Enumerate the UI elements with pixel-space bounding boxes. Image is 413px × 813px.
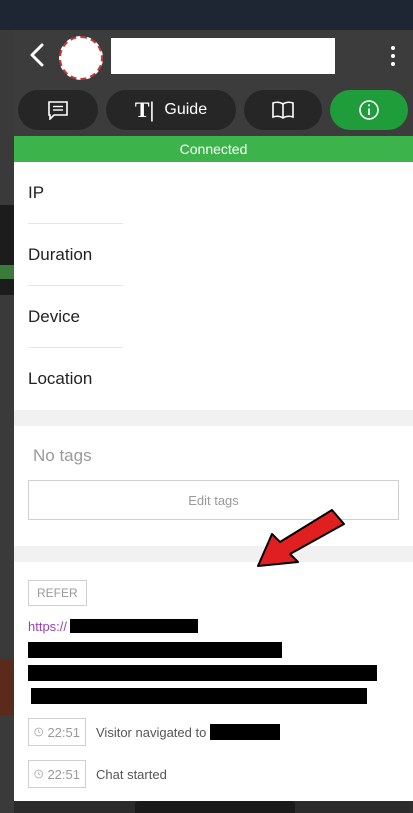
clock-icon xyxy=(34,727,44,737)
back-button[interactable] xyxy=(24,40,50,70)
chat-icon xyxy=(48,101,68,120)
connection-status-label: Connected xyxy=(179,141,248,157)
visitor-details-list: IP Duration Device Location xyxy=(14,162,413,410)
detail-label: Location xyxy=(28,369,93,388)
background-strip xyxy=(0,205,14,295)
redacted-block xyxy=(31,688,367,704)
guide-tab-button[interactable]: T| Guide xyxy=(106,90,236,130)
event-text: Chat started xyxy=(96,766,167,782)
event-time-label: 22:51 xyxy=(47,766,80,782)
history-event: 22:51 Visitor navigated to xyxy=(28,718,399,746)
background-strip xyxy=(0,660,14,715)
guide-label: Guide xyxy=(164,101,208,118)
panel-toolbar: T| Guide xyxy=(14,84,413,136)
detail-value-duration xyxy=(124,224,413,286)
annotation-arrow-icon xyxy=(257,509,345,567)
visitor-name-redacted xyxy=(111,38,335,74)
section-divider xyxy=(14,546,413,562)
event-description: Chat started xyxy=(96,767,167,782)
detail-value-device xyxy=(124,286,413,348)
redacted-block xyxy=(28,642,282,658)
visit-history-section: REFER https:// 22:51 Visitor navigated t… xyxy=(14,562,413,801)
redacted-block xyxy=(28,665,377,681)
detail-label: Duration xyxy=(28,245,93,264)
detail-row-duration: Duration xyxy=(14,224,413,286)
detail-label: Device xyxy=(28,307,80,326)
event-time: 22:51 xyxy=(28,718,86,746)
refer-badge: REFER xyxy=(28,580,87,606)
detail-row-location: Location xyxy=(14,348,413,410)
text-cursor-icon: T| xyxy=(134,97,155,122)
event-time: 22:51 xyxy=(28,760,86,788)
book-icon xyxy=(272,101,294,119)
background-strip xyxy=(0,265,14,279)
redacted-block xyxy=(210,724,281,740)
section-divider xyxy=(14,410,413,426)
background-app-left-edge xyxy=(0,30,14,813)
history-event: 22:51 Chat started xyxy=(28,760,399,788)
event-description: Visitor navigated to xyxy=(96,724,281,740)
more-menu-button[interactable] xyxy=(383,42,403,70)
background-bottom-bar xyxy=(135,801,295,813)
detail-row-ip: IP xyxy=(14,162,413,224)
event-text: Visitor navigated to xyxy=(96,724,207,740)
detail-value-ip xyxy=(124,162,413,224)
chat-tab-button[interactable] xyxy=(18,90,98,130)
info-tab-button[interactable] xyxy=(330,90,408,130)
redacted-block xyxy=(70,619,199,633)
detail-label: IP xyxy=(28,183,45,202)
visitor-avatar xyxy=(59,36,103,80)
dot xyxy=(391,54,395,58)
visitor-info-panel: T| Guide Connected IP Duration Device Lo… xyxy=(14,30,413,801)
connection-status-bar: Connected xyxy=(14,136,413,162)
panel-header xyxy=(14,30,413,84)
no-tags-text: No tags xyxy=(33,446,92,465)
detail-value-location xyxy=(124,348,413,410)
clock-icon xyxy=(34,769,44,779)
referrer-url[interactable]: https:// xyxy=(28,616,399,636)
detail-row-device: Device xyxy=(14,286,413,348)
chevron-left-icon xyxy=(30,43,44,67)
url-prefix: https:// xyxy=(28,618,68,634)
book-tab-button[interactable] xyxy=(244,90,322,130)
background-app-header xyxy=(0,0,413,30)
info-icon xyxy=(359,100,379,120)
tags-section: No tags Edit tags xyxy=(14,426,413,546)
more-vertical-icon xyxy=(391,46,395,50)
event-time-label: 22:51 xyxy=(47,724,80,740)
dot xyxy=(391,62,395,66)
